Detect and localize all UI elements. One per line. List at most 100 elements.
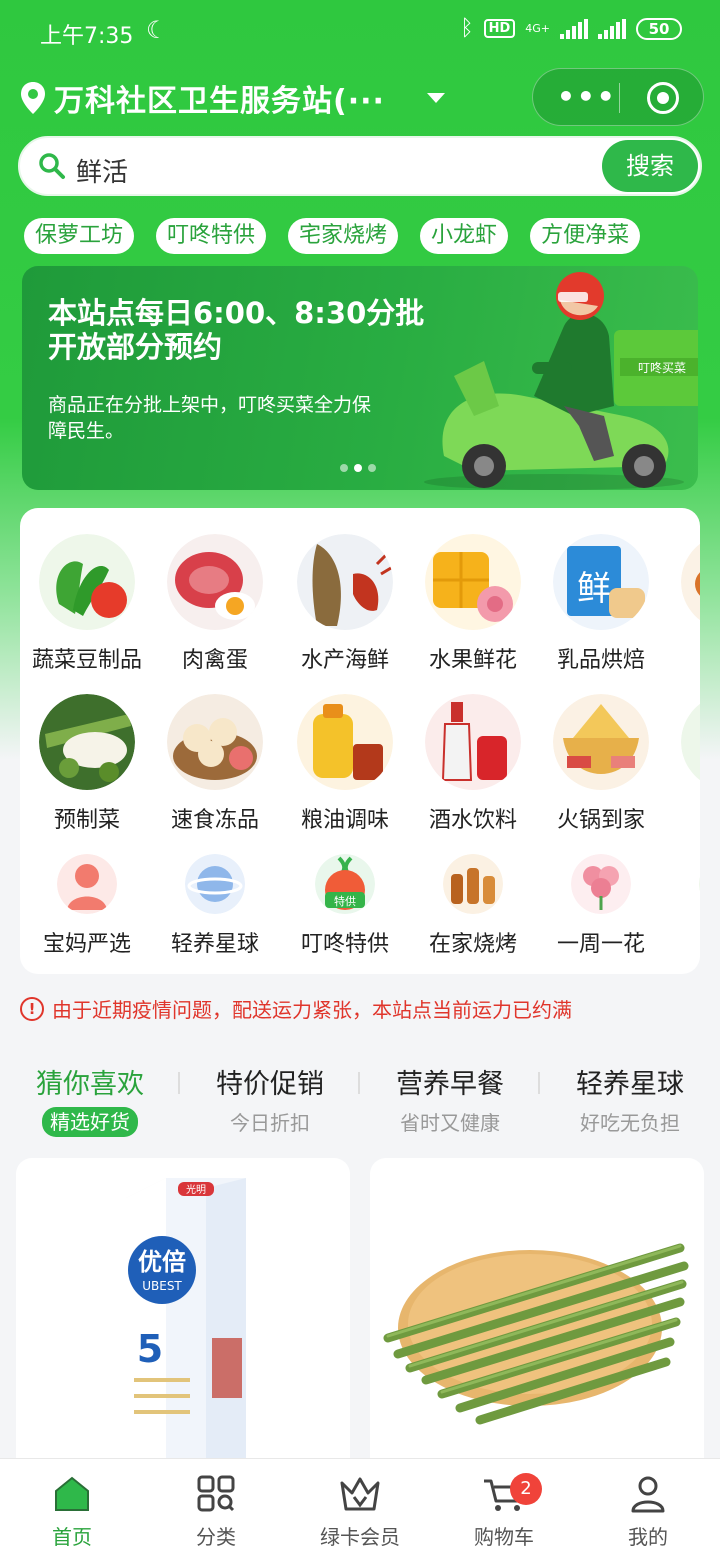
tab-home[interactable]: 首页 [0, 1459, 144, 1560]
category-label: 酒水饮料 [428, 808, 517, 833]
category-drinks[interactable]: 酒水饮料 [408, 694, 538, 834]
tab-special-offer[interactable]: 特价促销 今日折扣 [180, 1062, 360, 1136]
tab-cart[interactable]: 2 购物车 [432, 1459, 576, 1560]
promo-banner[interactable]: 本站点每日6:00、8:30分批开放部分预约 商品正在分批上架中，叮咚买菜全力保… [22, 266, 698, 490]
tab-breakfast[interactable]: 营养早餐 省时又健康 [360, 1062, 540, 1136]
tab-light-planet[interactable]: 轻养星球 好吃无负担 [540, 1062, 720, 1136]
category-hotpot[interactable]: 火锅到家 [536, 694, 666, 834]
dingdong-special-icon: 特供 [315, 854, 375, 914]
notice-text: 由于近期疫情问题，配送运力紧张，本站点当前运力已约满 [52, 998, 572, 1022]
search-icon [39, 153, 65, 179]
tab-vip[interactable]: 绿卡会员 [288, 1459, 432, 1560]
category-icon [197, 1475, 235, 1512]
tab-subtitle: 好吃无负担 [580, 1111, 680, 1135]
category-grain-oil[interactable]: 粮油调味 [280, 694, 410, 834]
signal-icon [560, 18, 588, 39]
quick-tag[interactable]: 叮咚特供 [156, 218, 267, 254]
bottom-tab-bar: 首页 分类 绿卡会员 2 购物车 我的 [0, 1458, 720, 1560]
product-brand: 光明 [186, 1183, 206, 1196]
quick-tag[interactable]: 宅家烧烤 [288, 218, 399, 254]
category-fruit-flower[interactable]: 水果鲜花 [408, 534, 538, 674]
category-label: 水果鲜花 [428, 648, 517, 673]
tab-profile[interactable]: 我的 [576, 1459, 720, 1560]
category-label: 粮油调味 [300, 808, 389, 833]
tab-label: 购物车 [474, 1525, 534, 1549]
chevron-down-icon [426, 93, 445, 103]
vip-crown-icon [340, 1477, 380, 1511]
category-prepared[interactable]: 预制菜 [22, 694, 152, 834]
grain-oil-icon [297, 694, 393, 790]
mini-program-capsule: ••• [532, 68, 704, 126]
tab-guess-you-like[interactable]: 猜你喜欢 精选好货 [0, 1062, 180, 1137]
category-label: 在家烧烤 [428, 932, 517, 957]
quick-tag[interactable]: 小龙虾 [420, 218, 509, 254]
category-label: 营 [664, 926, 700, 958]
category-mom-select[interactable]: 宝妈严选 [22, 854, 152, 958]
vegetables-icon [39, 534, 135, 630]
tab-title: 猜你喜欢 [36, 1069, 144, 1100]
tab-category[interactable]: 分类 [144, 1459, 288, 1560]
status-icons: ᛒ HD 4G+ 50 [460, 16, 682, 41]
category-frozen[interactable]: 速食冻品 [150, 694, 280, 834]
category-label: 预制菜 [53, 808, 120, 833]
status-bar: 上午7:35 ☾ ᛒ HD 4G+ 50 [0, 0, 720, 62]
category-label: 休 [664, 802, 700, 834]
category-vegetables[interactable]: 蔬菜豆制品 [22, 534, 152, 674]
tab-title: 营养早餐 [396, 1069, 504, 1100]
delivery-rider-icon: 叮咚买菜 [424, 272, 698, 490]
category-bbq[interactable]: 在家烧烤 [408, 854, 538, 958]
capsule-divider [619, 83, 620, 113]
category-light-planet[interactable]: 轻养星球 [150, 854, 280, 958]
tab-subtitle: 精选好货 [42, 1107, 138, 1137]
category-snacks[interactable]: 休 [664, 694, 700, 834]
prepared-dish-icon [39, 694, 135, 790]
category-meat[interactable]: 肉禽蛋 [150, 534, 280, 674]
quick-tag[interactable]: 保萝工坊 [24, 218, 135, 254]
category-dingdong-special[interactable]: 特供 叮咚特供 [280, 854, 410, 958]
tab-label: 我的 [628, 1525, 668, 1549]
cooked-food-icon [681, 543, 700, 621]
hd-badge: HD [483, 19, 516, 38]
location-name: 万科社区卫生服务站(··· [54, 84, 385, 119]
tab-title: 特价促销 [216, 1069, 324, 1100]
category-label: 熟 [664, 642, 700, 674]
drinks-icon [425, 694, 521, 790]
category-card: 蔬菜豆制品 肉禽蛋 水产海鲜 水果鲜花 鲜 乳品烘焙 预制菜 速食冻品 粮油调味… [20, 508, 700, 974]
product-card[interactable]: 光明 优倍 UBEST 5 [16, 1158, 350, 1478]
category-label: 叮咚特供 [300, 932, 389, 957]
location-selector[interactable]: 万科社区卫生服务站(··· [20, 70, 445, 126]
product-card[interactable] [370, 1158, 704, 1478]
category-label: 宝妈严选 [42, 932, 131, 957]
light-planet-icon [185, 854, 245, 914]
category-label: 肉禽蛋 [181, 648, 248, 673]
profile-icon [631, 1476, 665, 1513]
delivery-notice: ! 由于近期疫情问题，配送运力紧张，本站点当前运力已约满 [20, 994, 572, 1023]
network-type: 4G+ [525, 21, 550, 35]
category-label: 蔬菜豆制品 [31, 648, 142, 673]
tab-label: 首页 [52, 1525, 92, 1549]
pagination-dot [368, 464, 376, 472]
category-dairy[interactable]: 鲜 乳品烘焙 [536, 534, 666, 674]
bbq-icon [443, 854, 503, 914]
mom-select-icon [57, 854, 117, 914]
search-button[interactable]: 搜索 [602, 140, 698, 192]
category-nutrition[interactable]: 营 [664, 854, 700, 958]
home-icon [55, 1476, 89, 1511]
milk-carton-icon: 光明 优倍 UBEST 5 [126, 1178, 246, 1458]
category-label: 一周一花 [556, 932, 645, 957]
more-icon[interactable]: ••• [557, 83, 617, 111]
tab-label: 分类 [196, 1525, 236, 1549]
category-weekly-flower[interactable]: 一周一花 [536, 854, 666, 958]
banner-subtitle: 商品正在分批上架中，叮咚买菜全力保障民生。 [48, 394, 372, 442]
search-input[interactable]: 鲜活 [76, 152, 128, 189]
location-pin-icon [21, 82, 45, 114]
quick-tag[interactable]: 方便净菜 [530, 218, 641, 254]
close-target-icon[interactable] [647, 82, 679, 114]
tab-label: 绿卡会员 [320, 1525, 400, 1549]
quick-tags: 保萝工坊 叮咚特供 宅家烧烤 小龙虾 方便净菜 [24, 218, 641, 254]
pagination-dot [340, 464, 348, 472]
bluetooth-icon: ᛒ [460, 16, 474, 41]
category-cooked[interactable]: 熟 [664, 534, 700, 674]
search-bar[interactable]: 鲜活 搜索 [18, 136, 702, 196]
category-seafood[interactable]: 水产海鲜 [280, 534, 410, 674]
